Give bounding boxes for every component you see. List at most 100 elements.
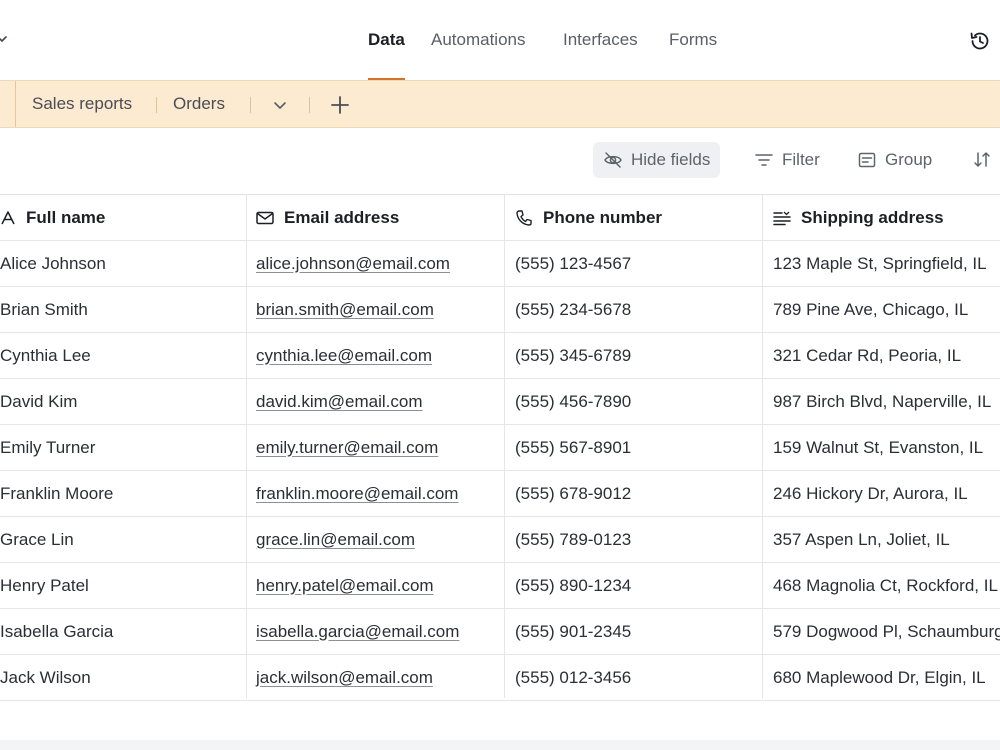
phone-cell[interactable]: (555) 678-9012 (505, 471, 762, 516)
email-link[interactable]: grace.lin@email.com (256, 530, 415, 550)
view-toolbar: Hide fields Filter Group (0, 128, 1000, 194)
plus-icon[interactable] (329, 94, 351, 116)
email-cell[interactable]: jack.wilson@email.com (247, 655, 504, 700)
phone-cell[interactable]: (555) 012-3456 (505, 655, 762, 700)
filter-button[interactable]: Filter (754, 142, 820, 178)
table-tab-sales-reports[interactable]: Sales reports (32, 94, 132, 114)
tabs-bar-edge (0, 81, 16, 127)
full-name-cell[interactable]: Isabella Garcia (0, 609, 246, 654)
text-icon (1, 210, 15, 224)
email-cell[interactable]: grace.lin@email.com (247, 517, 504, 562)
email-link[interactable]: henry.patel@email.com (256, 576, 434, 596)
shipping-address-cell[interactable]: 321 Cedar Rd, Peoria, IL (763, 333, 1000, 378)
tab-divider (250, 97, 251, 113)
email-link[interactable]: david.kim@email.com (256, 392, 423, 412)
shipping-address-cell[interactable]: 680 Maplewood Dr, Elgin, IL (763, 655, 1000, 700)
column-header-full-name[interactable]: Full name (0, 195, 246, 240)
full-name-cell[interactable]: Henry Patel (0, 563, 246, 608)
chevron-down-icon[interactable] (270, 95, 290, 115)
tab-interfaces[interactable]: Interfaces (563, 30, 638, 80)
email-link[interactable]: jack.wilson@email.com (256, 668, 433, 688)
filter-icon (755, 154, 773, 166)
column-label: Phone number (543, 207, 663, 227)
phone-cell[interactable]: (555) 456-7890 (505, 379, 762, 424)
records-grid: Full name Email address Phone number Shi… (0, 194, 1000, 701)
group-button[interactable]: Group (857, 142, 932, 178)
shipping-address-cell[interactable]: 579 Dogwood Pl, Schaumburg, IL (763, 609, 1000, 654)
full-name-cell[interactable]: Alice Johnson (0, 241, 246, 286)
column-label: Full name (26, 207, 106, 227)
group-label: Group (885, 150, 933, 169)
table-row[interactable]: Brian Smith brian.smith@email.com (555) … (0, 287, 1000, 333)
shipping-address-cell[interactable]: 246 Hickory Dr, Aurora, IL (763, 471, 1000, 516)
grid-footer (0, 740, 1000, 750)
phone-cell[interactable]: (555) 345-6789 (505, 333, 762, 378)
column-label: Email address (284, 207, 400, 227)
full-name-cell[interactable]: Cynthia Lee (0, 333, 246, 378)
table-row[interactable]: David Kim david.kim@email.com (555) 456-… (0, 379, 1000, 425)
email-link[interactable]: alice.johnson@email.com (256, 254, 450, 274)
phone-cell[interactable]: (555) 890-1234 (505, 563, 762, 608)
phone-cell[interactable]: (555) 789-0123 (505, 517, 762, 562)
email-cell[interactable]: isabella.garcia@email.com (247, 609, 504, 654)
email-cell[interactable]: emily.turner@email.com (247, 425, 504, 470)
email-cell[interactable]: franklin.moore@email.com (247, 471, 504, 516)
column-divider[interactable] (762, 194, 763, 698)
table-tabs-bar: Sales reports Orders (0, 80, 1000, 128)
table-row[interactable]: Henry Patel henry.patel@email.com (555) … (0, 563, 1000, 609)
phone-cell[interactable]: (555) 567-8901 (505, 425, 762, 470)
sort-icon (974, 152, 990, 167)
full-name-cell[interactable]: Grace Lin (0, 517, 246, 562)
shipping-address-cell[interactable]: 159 Walnut St, Evanston, IL (763, 425, 1000, 470)
shipping-address-cell[interactable]: 987 Birch Blvd, Naperville, IL (763, 379, 1000, 424)
email-cell[interactable]: alice.johnson@email.com (247, 241, 504, 286)
email-link[interactable]: cynthia.lee@email.com (256, 346, 432, 366)
email-link[interactable]: franklin.moore@email.com (256, 484, 458, 504)
table-row[interactable]: Franklin Moore franklin.moore@email.com … (0, 471, 1000, 517)
column-header-email[interactable]: Email address (247, 195, 504, 240)
table-row[interactable]: Alice Johnson alice.johnson@email.com (5… (0, 241, 1000, 287)
email-link[interactable]: isabella.garcia@email.com (256, 622, 459, 642)
tab-forms[interactable]: Forms (669, 30, 717, 80)
tab-data[interactable]: Data (368, 30, 405, 80)
email-cell[interactable]: henry.patel@email.com (247, 563, 504, 608)
chevron-down-icon[interactable] (0, 30, 12, 50)
top-navigation-bar: Data Automations Interfaces Forms (0, 0, 1000, 80)
column-divider[interactable] (504, 194, 505, 698)
full-name-cell[interactable]: David Kim (0, 379, 246, 424)
full-name-cell[interactable]: Brian Smith (0, 287, 246, 332)
table-tab-orders[interactable]: Orders (173, 94, 225, 114)
shipping-address-cell[interactable]: 789 Pine Ave, Chicago, IL (763, 287, 1000, 332)
phone-cell[interactable]: (555) 901-2345 (505, 609, 762, 654)
phone-cell[interactable]: (555) 234-5678 (505, 287, 762, 332)
column-header-phone[interactable]: Phone number (505, 195, 762, 240)
column-header-shipping-address[interactable]: Shipping address (763, 195, 1000, 240)
email-cell[interactable]: brian.smith@email.com (247, 287, 504, 332)
filter-label: Filter (782, 150, 820, 169)
email-cell[interactable]: david.kim@email.com (247, 379, 504, 424)
email-link[interactable]: emily.turner@email.com (256, 438, 438, 458)
table-row[interactable]: Cynthia Lee cynthia.lee@email.com (555) … (0, 333, 1000, 379)
tab-automations[interactable]: Automations (431, 30, 526, 80)
phone-icon (516, 209, 532, 226)
full-name-cell[interactable]: Franklin Moore (0, 471, 246, 516)
shipping-address-cell[interactable]: 123 Maple St, Springfield, IL (763, 241, 1000, 286)
phone-cell[interactable]: (555) 123-4567 (505, 241, 762, 286)
shipping-address-cell[interactable]: 357 Aspen Ln, Joliet, IL (763, 517, 1000, 562)
column-label: Shipping address (801, 207, 944, 227)
table-row[interactable]: Isabella Garcia isabella.garcia@email.co… (0, 609, 1000, 655)
table-row[interactable]: Grace Lin grace.lin@email.com (555) 789-… (0, 517, 1000, 563)
shipping-address-cell[interactable]: 468 Magnolia Ct, Rockford, IL (763, 563, 1000, 608)
email-link[interactable]: brian.smith@email.com (256, 300, 434, 320)
history-icon[interactable] (968, 29, 992, 53)
full-name-cell[interactable]: Emily Turner (0, 425, 246, 470)
table-row[interactable]: Emily Turner emily.turner@email.com (555… (0, 425, 1000, 471)
sort-button[interactable] (972, 142, 1000, 178)
full-name-cell[interactable]: Jack Wilson (0, 655, 246, 700)
grid-header-row: Full name Email address Phone number Shi… (0, 195, 1000, 241)
column-divider[interactable] (246, 194, 247, 698)
email-cell[interactable]: cynthia.lee@email.com (247, 333, 504, 378)
table-row[interactable]: Jack Wilson jack.wilson@email.com (555) … (0, 655, 1000, 701)
tab-divider (309, 97, 310, 113)
hide-fields-button[interactable]: Hide fields (593, 142, 721, 178)
